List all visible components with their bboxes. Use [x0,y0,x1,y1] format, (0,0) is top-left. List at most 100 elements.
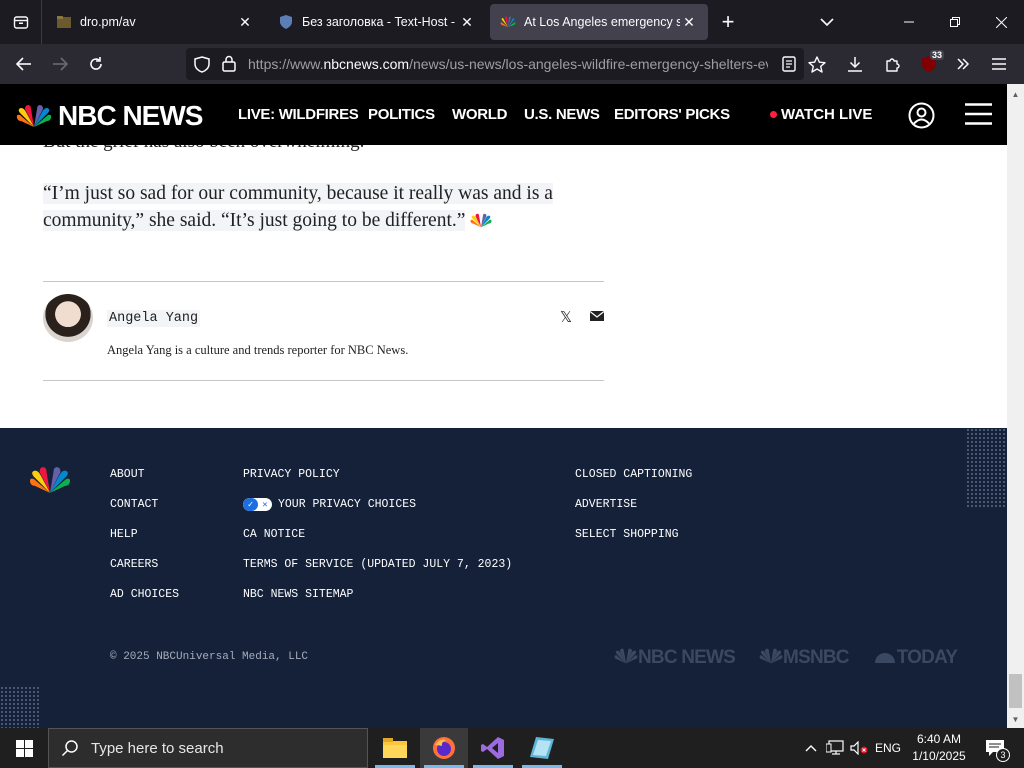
peacock-icon [614,648,638,664]
divider [43,281,604,282]
nav-live-wildfires[interactable]: LIVE: WILDFIRES [238,84,359,145]
nbc-news-brand-logo[interactable]: NBC NEWS [614,647,747,669]
tab-manager-icon [13,16,28,29]
email-icon[interactable] [590,310,604,322]
notification-center-button[interactable]: 3 [978,728,1012,768]
system-clock[interactable]: 6:40 AM 1/10/2025 [908,731,970,765]
clock-time: 6:40 AM [916,732,962,746]
nav-world[interactable]: WORLD [452,84,507,145]
volume-button[interactable] [848,728,870,768]
close-icon[interactable]: ✕ [458,13,476,31]
nbc-news-logo[interactable]: NBC NEWS [16,100,203,132]
search-placeholder: Type here to search [91,739,224,757]
more-tools-button[interactable] [946,48,980,80]
footer-link-select-shopping[interactable]: SELECT SHOPPING [575,528,692,558]
show-hidden-icons-button[interactable] [800,728,822,768]
tracking-protection-shield-icon[interactable] [194,56,210,73]
hamburger-menu-icon [965,103,992,125]
taskbar-app[interactable] [518,728,566,768]
author-avatar[interactable] [43,294,93,342]
footer-link-ad-choices[interactable]: AD CHOICES [110,588,179,618]
extension-badge: 33 [930,50,945,60]
scroll-up-arrow-icon[interactable]: ▲ [1007,86,1024,103]
start-button[interactable] [0,728,48,768]
arrow-right-icon [53,57,68,71]
reader-view-icon [782,56,796,72]
extensions-button[interactable] [876,48,910,80]
account-button[interactable] [908,102,935,129]
copyright-text: © 2025 NBCUniversal Media, LLC [110,651,309,663]
footer-link-advertise[interactable]: ADVERTISE [575,498,692,528]
tab-title: dro.pm/av [80,15,136,29]
arrow-left-icon [16,57,31,71]
url-text[interactable]: https://www.nbcnews.com/news/us-news/los… [248,56,768,72]
list-all-tabs-button[interactable] [812,0,842,44]
footer-link-contact[interactable]: CONTACT [110,498,179,528]
tab-dro-pm[interactable]: dro.pm/av ✕ [46,4,264,40]
peacock-icon [759,648,783,664]
back-button[interactable] [6,48,42,80]
msnbc-brand-logo[interactable]: MSNBC [759,647,861,669]
sunrise-icon [874,653,895,663]
brand-label: MSNBC [783,647,849,668]
restore-button[interactable] [932,0,978,44]
search-icon [61,740,78,757]
notification-count-badge: 3 [996,748,1010,762]
today-brand-logo[interactable]: TODAY [873,647,969,669]
nav-politics[interactable]: POLITICS [368,84,435,145]
site-footer: ABOUT CONTACT HELP CAREERS AD CHOICES PR… [0,428,1007,728]
footer-column-1: ABOUT CONTACT HELP CAREERS AD CHOICES [110,468,179,618]
app-menu-button[interactable] [982,48,1016,80]
nbc-site-header: NBC NEWS LIVE: WILDFIRES POLITICS WORLD … [0,84,1007,145]
nbc-peacock-icon[interactable] [29,466,71,494]
network-icon [826,740,844,755]
author-name-link[interactable]: Angela Yang [107,310,201,327]
nav-us-news[interactable]: U.S. NEWS [524,84,600,145]
folder-icon [383,738,407,758]
close-icon[interactable]: ✕ [236,13,254,31]
taskbar-file-explorer[interactable] [371,728,419,768]
new-tab-button[interactable]: + [708,0,748,44]
tab-text-host[interactable]: Без заголовка - Text-Host - тек ✕ [268,4,486,40]
close-icon[interactable]: ✕ [680,13,698,31]
url-path: /news/us-news/los-angeles-wildfire-emerg… [409,56,768,72]
footer-link-ca-notice[interactable]: CA NOTICE [243,528,512,558]
tab-list-button[interactable] [0,0,42,44]
reload-button[interactable] [78,48,114,80]
address-bar[interactable]: https://www.nbcnews.com/news/us-news/los… [186,48,804,80]
forward-button[interactable] [42,48,78,80]
downloads-button[interactable] [838,48,872,80]
footer-link-closed-captioning[interactable]: CLOSED CAPTIONING [575,468,692,498]
tab-nbc-news[interactable]: At Los Angeles emergency shelt ✕ [490,4,708,40]
footer-link-sitemap[interactable]: NBC NEWS SITEMAP [243,588,512,618]
brand-label: NBC NEWS [638,647,736,668]
scrollbar-thumb[interactable] [1009,674,1022,708]
close-window-button[interactable] [978,0,1024,44]
footer-link-privacy-policy[interactable]: PRIVACY POLICY [243,468,512,498]
minimize-button[interactable] [886,0,932,44]
taskbar-firefox[interactable] [420,728,468,768]
footer-link-privacy-choices[interactable]: ✓ ✕ YOUR PRIVACY CHOICES [243,498,512,528]
page-scrollbar[interactable] [1007,84,1024,728]
x-twitter-icon[interactable]: 𝕏 [560,308,572,326]
scroll-down-arrow-icon[interactable]: ▼ [1007,711,1024,728]
nav-editors-picks[interactable]: EDITORS' PICKS [614,84,730,145]
network-button[interactable] [824,728,846,768]
lock-icon[interactable] [222,55,236,72]
ublock-extension-button[interactable]: 33 [912,48,946,80]
site-menu-button[interactable] [965,103,992,125]
decorative-dot-pattern [0,686,40,728]
watch-live-link[interactable]: WATCH LIVE [770,84,872,145]
footer-link-terms[interactable]: TERMS OF SERVICE (UPDATED JULY 7, 2023) [243,558,512,588]
input-language-indicator[interactable]: ENG [872,728,904,768]
url-prefix: https://www. [248,56,324,72]
footer-link-about[interactable]: ABOUT [110,468,179,498]
footer-link-help[interactable]: HELP [110,528,179,558]
taskbar-search-box[interactable]: Type here to search [48,728,368,768]
bookmark-star-button[interactable] [800,48,834,80]
url-host: nbcnews.com [323,56,410,72]
taskbar-visual-studio[interactable] [469,728,517,768]
download-icon [848,57,862,72]
windows-taskbar: Type here to search ENG 6:40 AM 1/10/202… [0,728,1024,768]
footer-link-careers[interactable]: CAREERS [110,558,179,588]
